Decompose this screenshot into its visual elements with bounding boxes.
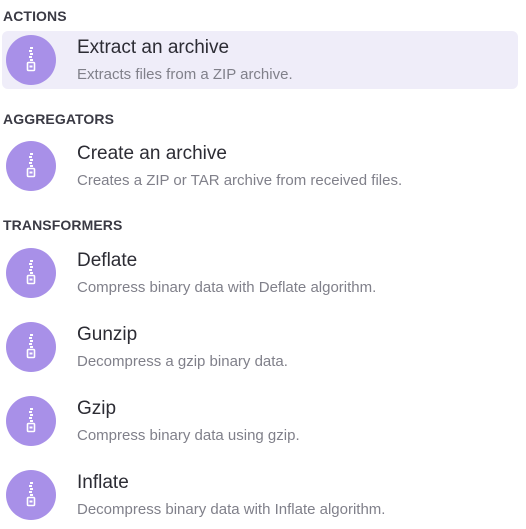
module-title: Create an archive (77, 143, 227, 164)
module-item-inflate[interactable]: Inflate Decompress binary data with Infl… (2, 466, 518, 524)
module-description: Compress binary data using gzip. (77, 427, 300, 444)
module-description: Extracts files from a ZIP archive. (77, 66, 293, 83)
zip-archive-icon (6, 141, 56, 191)
module-item-gzip[interactable]: Gzip Compress binary data using gzip. (2, 392, 518, 450)
module-description: Compress binary data with Deflate algori… (77, 279, 377, 296)
zip-archive-icon (6, 396, 56, 446)
module-description: Decompress a gzip binary data. (77, 353, 288, 370)
section-header-actions: ACTIONS (3, 8, 67, 24)
module-title: Deflate (77, 250, 138, 271)
module-item-extract-an-archive[interactable]: Extract an archive Extracts files from a… (2, 31, 518, 89)
module-item-gunzip[interactable]: Gunzip Decompress a gzip binary data. (2, 318, 518, 376)
module-description: Decompress binary data with Inflate algo… (77, 501, 386, 518)
module-title: Inflate (77, 472, 129, 493)
module-title: Gzip (77, 398, 117, 419)
zip-archive-icon (6, 248, 56, 298)
zip-archive-icon (6, 322, 56, 372)
module-title: Gunzip (77, 324, 138, 345)
module-title: Extract an archive (77, 37, 230, 58)
module-item-create-an-archive[interactable]: Create an archive Creates a ZIP or TAR a… (2, 137, 518, 195)
module-item-deflate[interactable]: Deflate Compress binary data with Deflat… (2, 244, 518, 302)
zip-archive-icon (6, 470, 56, 520)
section-header-aggregators: AGGREGATORS (3, 111, 115, 127)
zip-archive-icon (6, 35, 56, 85)
module-description: Creates a ZIP or TAR archive from receiv… (77, 172, 403, 189)
section-header-transformers: TRANSFORMERS (3, 217, 123, 233)
